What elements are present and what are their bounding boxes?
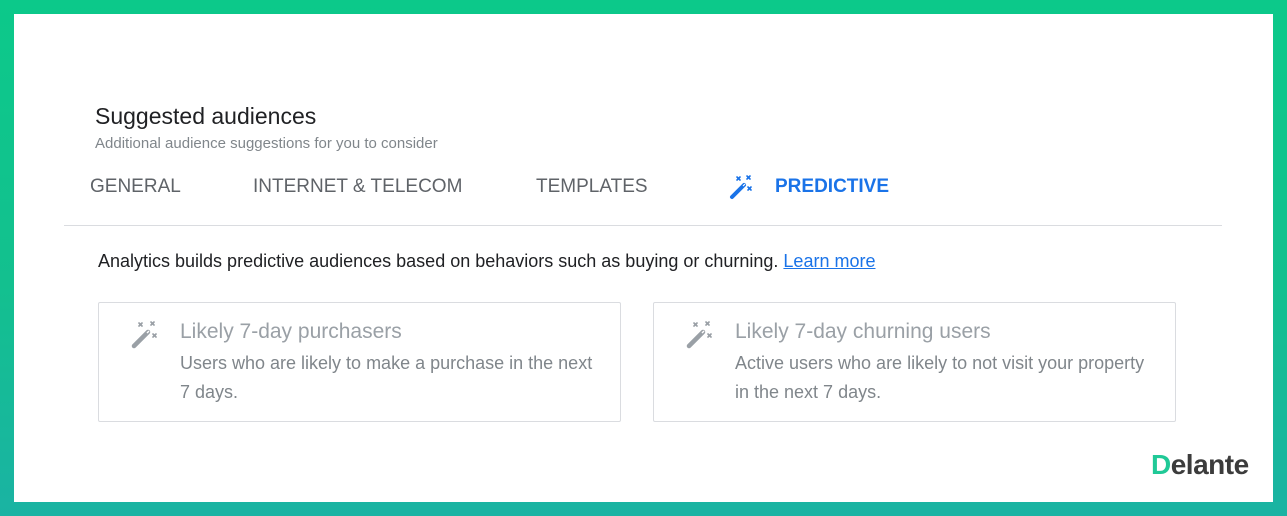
- audience-card-likely-churning[interactable]: Likely 7-day churning users Active users…: [653, 302, 1176, 422]
- section-title: Suggested audiences: [95, 103, 317, 129]
- audience-card-title: Likely 7-day churning users: [735, 320, 991, 343]
- audience-card-description: Users who are likely to make a purchase …: [180, 353, 593, 402]
- learn-more-link[interactable]: Learn more: [783, 251, 875, 271]
- screenshot-frame: Suggested audiences Additional audience …: [0, 0, 1287, 516]
- audience-card-title: Likely 7-day purchasers: [180, 320, 402, 343]
- logo-text: elante: [1170, 449, 1249, 480]
- tab-general[interactable]: GENERAL: [90, 176, 181, 198]
- section-subtitle: Additional audience suggestions for you …: [95, 135, 438, 152]
- delante-logo: Delante: [1151, 449, 1249, 481]
- suggested-audiences-panel: Suggested audiences Additional audience …: [14, 14, 1273, 502]
- predictive-info-text: Analytics builds predictive audiences ba…: [98, 251, 779, 271]
- tab-predictive-label: PREDICTIVE: [775, 176, 890, 197]
- tabs-divider: [64, 225, 1222, 226]
- tab-internet-telecom[interactable]: INTERNET & TELECOM: [253, 176, 462, 198]
- magic-wand-icon: [131, 321, 157, 349]
- tab-templates[interactable]: TEMPLATES: [536, 176, 648, 198]
- magic-wand-icon: [686, 321, 712, 349]
- audience-card-description: Active users who are likely to not visit…: [735, 353, 1145, 402]
- predictive-info: Analytics builds predictive audiences ba…: [98, 251, 875, 272]
- logo-initial: D: [1151, 449, 1171, 480]
- magic-wand-icon: [730, 175, 752, 199]
- audience-tabs: GENERAL INTERNET & TELECOM TEMPLATES PRE…: [14, 174, 1273, 208]
- audience-card-likely-purchasers[interactable]: Likely 7-day purchasers Users who are li…: [98, 302, 621, 422]
- tab-predictive[interactable]: PREDICTIVE: [727, 175, 917, 206]
